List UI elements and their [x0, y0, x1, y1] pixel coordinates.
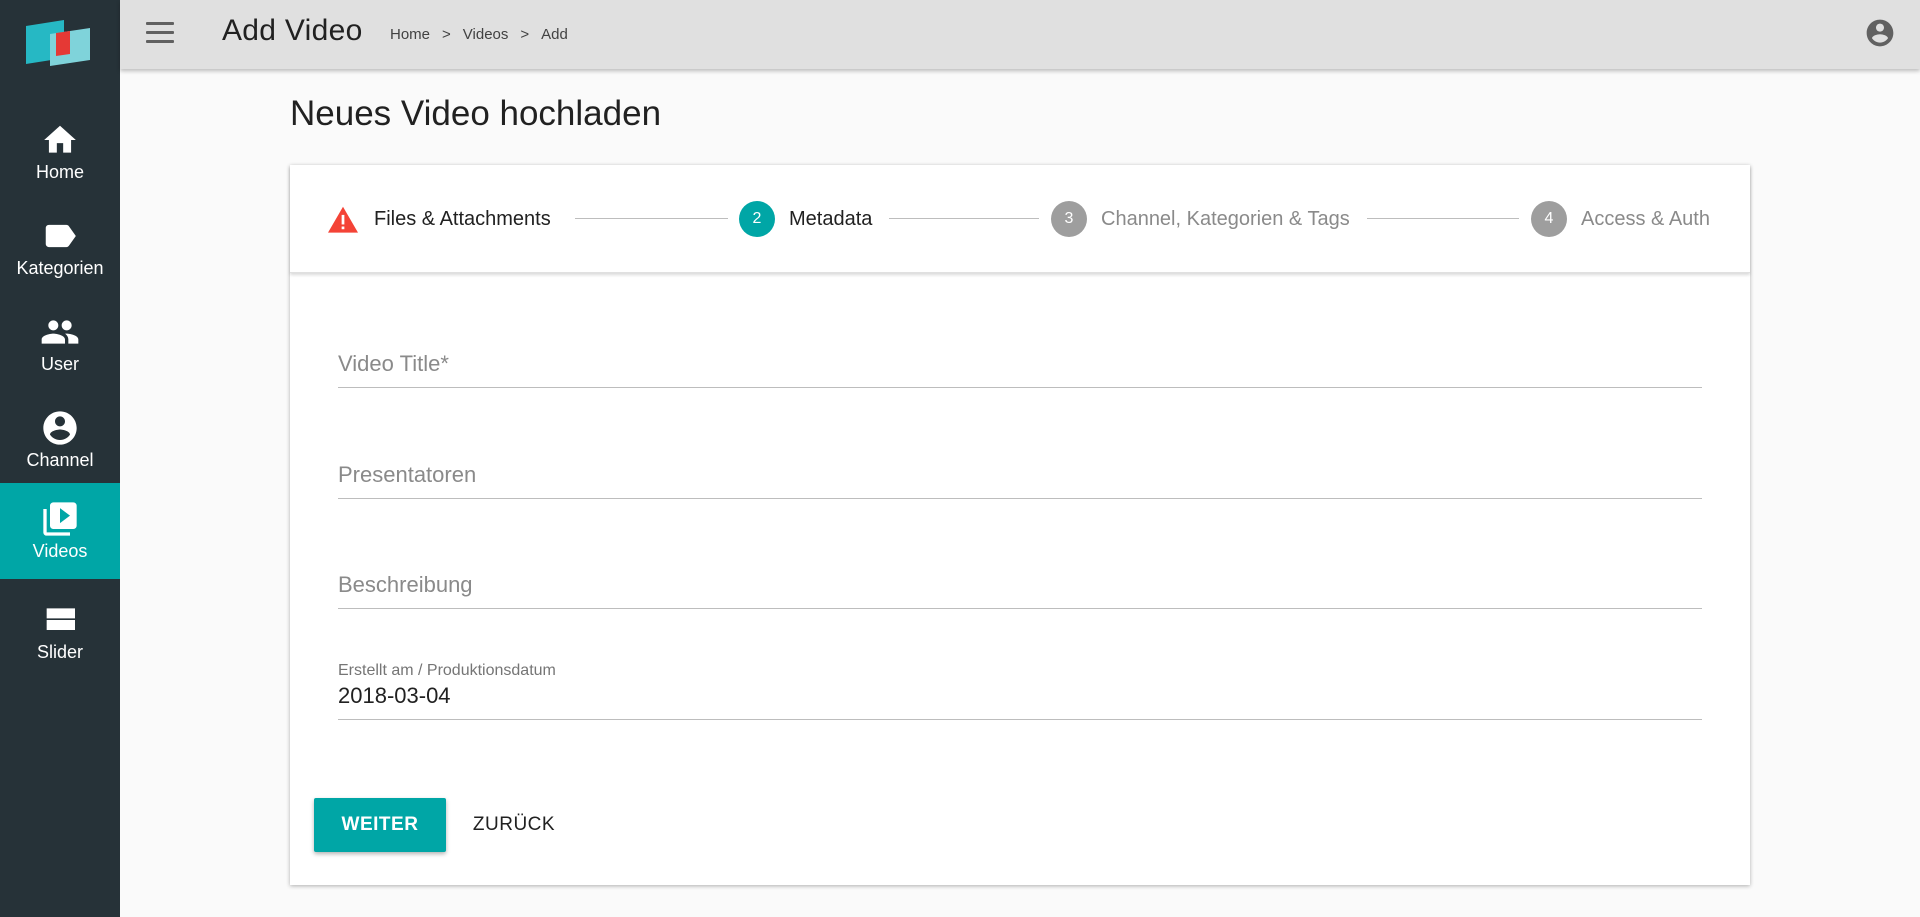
step-connector [889, 218, 1039, 219]
breadcrumb: Home > Videos > Add [390, 26, 568, 43]
warning-icon [326, 204, 360, 234]
date-field [338, 683, 1702, 720]
sidebar-item-label: User [40, 354, 79, 374]
sidebar-item-videos[interactable]: Videos [0, 483, 120, 579]
view-stream-icon [40, 600, 80, 640]
date-input[interactable] [338, 683, 1702, 719]
presenters-input[interactable] [338, 462, 1702, 498]
app-logo[interactable] [24, 20, 96, 70]
breadcrumb-videos[interactable]: Videos [463, 26, 509, 43]
breadcrumb-separator: > [520, 26, 530, 43]
step-connector [1367, 218, 1519, 219]
description-field [338, 572, 1702, 609]
breadcrumb-home[interactable]: Home [390, 26, 430, 43]
next-button[interactable]: WEITER [314, 798, 446, 852]
page-title: Neues Video hochladen [290, 94, 662, 133]
sidebar-item-channel[interactable]: Channel [0, 392, 120, 488]
sidebar-item-user[interactable]: User [0, 296, 120, 392]
sidebar-item-label: Videos [32, 541, 88, 561]
home-icon [40, 120, 80, 160]
date-field-label: Erstellt am / Produktionsdatum [338, 662, 556, 679]
step-channel-kategorien-tags[interactable]: 3 Channel, Kategorien & Tags [1051, 199, 1350, 239]
presenters-field [338, 462, 1702, 499]
people-icon [40, 312, 80, 352]
step-label: Metadata [789, 207, 873, 230]
step-label: Access & Auth [1581, 207, 1710, 230]
upload-card: Files & Attachments 2 Metadata 3 Channel… [290, 165, 1750, 885]
step-metadata[interactable]: 2 Metadata [739, 199, 872, 239]
breadcrumb-add: Add [541, 26, 568, 43]
step-files-attachments[interactable]: Files & Attachments [326, 199, 551, 239]
sidebar-item-label: Slider [36, 642, 84, 662]
video-title-field [338, 351, 1702, 388]
sidebar-item-slider[interactable]: Slider [0, 584, 120, 680]
sidebar: Home Kategorien User Channel Videos Slid… [0, 0, 120, 917]
step-number: 4 [1531, 201, 1567, 237]
back-button[interactable]: ZURÜCK [464, 798, 564, 852]
step-label: Files & Attachments [374, 207, 551, 230]
step-number: 2 [739, 201, 775, 237]
step-label: Channel, Kategorien & Tags [1101, 207, 1350, 230]
menu-icon[interactable] [144, 18, 178, 48]
sidebar-item-kategorien[interactable]: Kategorien [0, 200, 120, 296]
step-connector [575, 218, 728, 219]
account-circle-icon[interactable] [1864, 17, 1896, 49]
label-icon [40, 216, 80, 256]
account-circle-icon [40, 408, 80, 448]
sidebar-item-home[interactable]: Home [0, 104, 120, 200]
stepper: Files & Attachments 2 Metadata 3 Channel… [290, 165, 1750, 273]
sidebar-item-label: Kategorien [16, 258, 104, 278]
header-title: Add Video [222, 14, 363, 47]
step-number: 3 [1051, 201, 1087, 237]
sidebar-item-label: Channel [26, 450, 94, 470]
description-input[interactable] [338, 572, 1702, 608]
topbar: Add Video Home > Videos > Add [120, 0, 1920, 69]
video-title-input[interactable] [338, 351, 1702, 387]
sidebar-item-label: Home [35, 162, 84, 182]
breadcrumb-separator: > [442, 26, 451, 43]
step-access-auth[interactable]: 4 Access & Auth [1531, 199, 1710, 239]
video-library-icon [40, 499, 80, 539]
